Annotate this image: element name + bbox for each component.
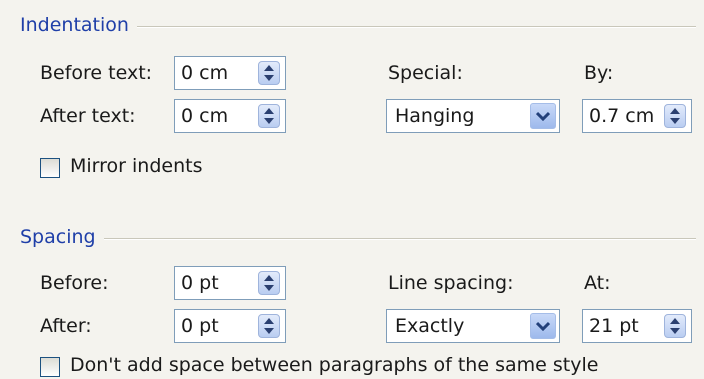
after-text-spinner[interactable]: 0 cm: [174, 99, 286, 133]
by-value: 0.7 cm: [589, 105, 655, 127]
by-spinner[interactable]: 0.7 cm: [582, 99, 692, 133]
spacing-before-label: Before:: [40, 272, 109, 294]
chevron-down-icon[interactable]: [530, 313, 556, 339]
spacing-after-label: After:: [40, 315, 92, 337]
spinner-arrows-icon[interactable]: [258, 314, 280, 338]
spinner-arrows-icon[interactable]: [664, 314, 686, 338]
spacing-group-title: Spacing: [20, 226, 104, 248]
line-spacing-label: Line spacing:: [388, 272, 514, 294]
line-spacing-dropdown[interactable]: Exactly: [386, 309, 560, 343]
dont-add-space-checkbox[interactable]: [40, 357, 60, 377]
by-label: By:: [584, 62, 614, 84]
spacing-before-value: 0 pt: [181, 272, 219, 294]
after-text-label: After text:: [40, 105, 136, 127]
spacing-group-divider: [20, 238, 696, 240]
mirror-indents-label[interactable]: Mirror indents: [70, 155, 202, 177]
spacing-after-spinner[interactable]: 0 pt: [174, 309, 286, 343]
at-label: At:: [584, 272, 611, 294]
at-value: 21 pt: [589, 315, 639, 337]
after-text-value: 0 cm: [181, 105, 229, 127]
dont-add-space-label[interactable]: Don't add space between paragraphs of th…: [70, 354, 598, 376]
spinner-arrows-icon[interactable]: [664, 104, 686, 128]
spacing-before-spinner[interactable]: 0 pt: [174, 266, 286, 300]
special-label: Special:: [388, 62, 463, 84]
spinner-arrows-icon[interactable]: [258, 61, 280, 85]
before-text-value: 0 cm: [181, 62, 229, 84]
chevron-down-icon[interactable]: [530, 103, 556, 129]
indentation-group-title: Indentation: [20, 14, 137, 36]
spinner-arrows-icon[interactable]: [258, 271, 280, 295]
special-value: Hanging: [395, 105, 475, 127]
spacing-after-value: 0 pt: [181, 315, 219, 337]
mirror-indents-checkbox[interactable]: [40, 158, 60, 178]
before-text-spinner[interactable]: 0 cm: [174, 56, 286, 90]
at-spinner[interactable]: 21 pt: [582, 309, 692, 343]
spinner-arrows-icon[interactable]: [258, 104, 280, 128]
line-spacing-value: Exactly: [395, 315, 465, 337]
special-dropdown[interactable]: Hanging: [386, 99, 560, 133]
before-text-label: Before text:: [40, 62, 153, 84]
